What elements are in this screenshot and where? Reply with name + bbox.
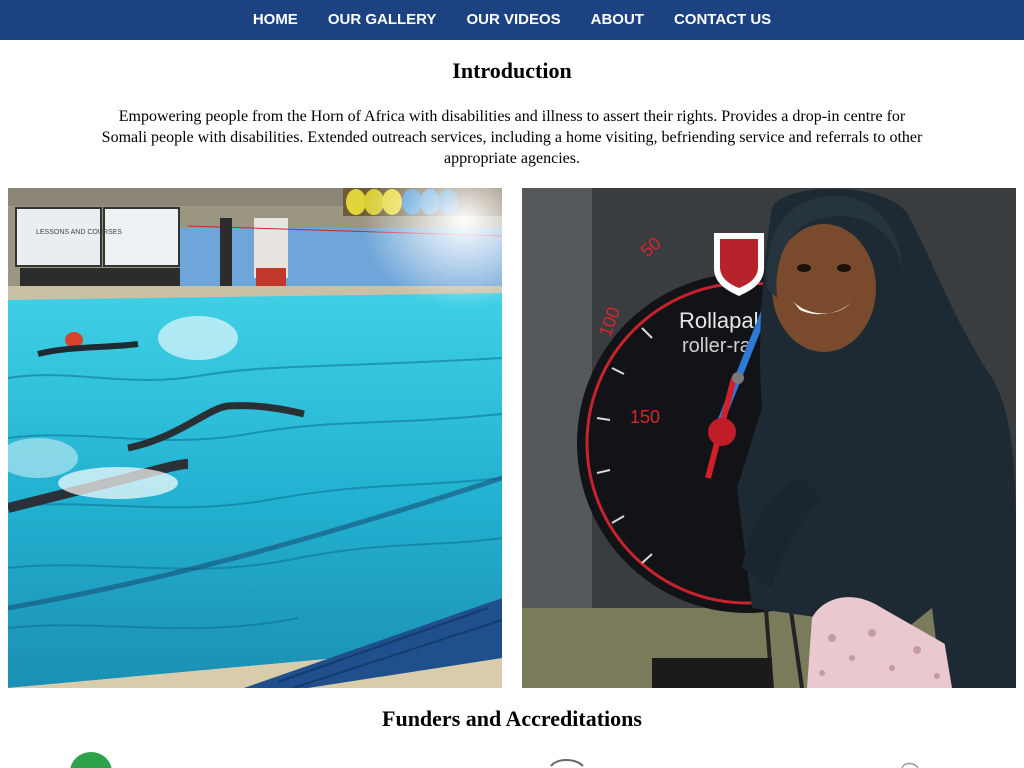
funders-heading: Funders and Accreditations bbox=[382, 706, 642, 731]
nav-gallery-link[interactable]: OUR GALLERY bbox=[313, 0, 452, 40]
gauge-subtitle-text: roller-ra bbox=[682, 335, 752, 357]
swimming-pool-photo: LESSONS AND COURSES bbox=[8, 188, 502, 688]
intro-heading: Introduction bbox=[452, 58, 572, 83]
nav-home-link[interactable]: HOME bbox=[238, 0, 313, 40]
nav-about-link[interactable]: ABOUT bbox=[576, 0, 659, 40]
gauge-number-150: 150 bbox=[630, 407, 660, 427]
intro-paragraph: Empowering people from the Horn of Afric… bbox=[101, 108, 923, 167]
rollapaluza-photo: 50 100 150 Rollapaluza roller-ra bbox=[522, 188, 1016, 688]
main-navbar: HOME OUR GALLERY OUR VIDEOS ABOUT CONTAC… bbox=[0, 0, 1024, 40]
nav-videos-link[interactable]: OUR VIDEOS bbox=[451, 0, 575, 40]
nav-contact-link[interactable]: CONTACT US bbox=[659, 0, 786, 40]
funder-logo-3[interactable] bbox=[898, 750, 922, 768]
sign-lessons-text: LESSONS AND COURSES bbox=[36, 229, 122, 236]
funder-logo-2[interactable] bbox=[545, 750, 589, 768]
funder-logo-1[interactable] bbox=[68, 750, 114, 768]
